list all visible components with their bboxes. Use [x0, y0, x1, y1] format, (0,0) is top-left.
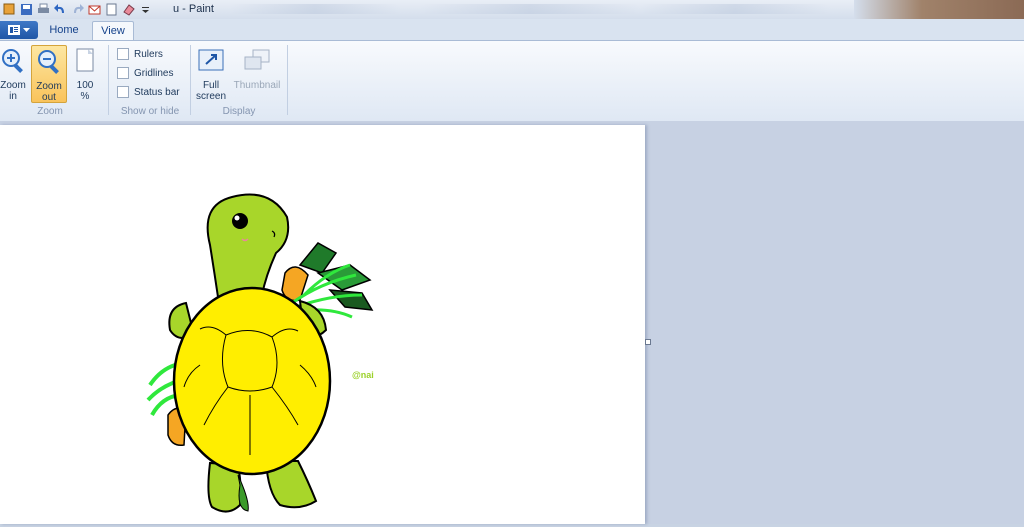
menu-icon — [8, 25, 20, 35]
page-100-icon — [76, 48, 94, 72]
customize-dropdown-icon[interactable] — [138, 2, 152, 16]
quick-access-toolbar — [2, 2, 152, 16]
display-group-label: Display — [222, 106, 256, 117]
zoom-out-label: Zoom out — [36, 81, 62, 103]
turtle-drawing — [146, 193, 374, 513]
undo-icon[interactable] — [53, 2, 67, 16]
drawing-canvas[interactable]: @nai — [0, 125, 645, 524]
rulers-label: Rulers — [134, 48, 163, 60]
paint-menu-button[interactable] — [0, 21, 38, 39]
gridlines-checkbox[interactable]: Gridlines — [117, 66, 173, 80]
ribbon-tab-bar: Home View — [0, 19, 1024, 41]
status-bar-checkbox[interactable]: Status bar — [117, 85, 180, 99]
save-icon[interactable] — [19, 2, 33, 16]
checkbox-box — [117, 48, 129, 60]
zoom-in-icon — [2, 49, 23, 73]
zoom-100-label: 100 % — [76, 80, 94, 102]
full-screen-button[interactable]: Full screen — [194, 45, 228, 102]
checkbox-box — [117, 67, 129, 79]
group-divider — [108, 45, 109, 115]
desktop-wallpaper-strip — [854, 0, 1024, 19]
thumbnail-button[interactable]: Thumbnail — [232, 45, 282, 101]
window-title: u - Paint — [173, 3, 214, 15]
zoom-group-label: Zoom — [37, 106, 63, 117]
title-bar: u - Paint — [0, 0, 1024, 20]
background-blur — [420, 4, 640, 14]
rulers-checkbox[interactable]: Rulers — [117, 47, 163, 61]
eraser-icon[interactable] — [121, 2, 135, 16]
group-divider — [287, 45, 288, 115]
new-icon[interactable] — [104, 2, 118, 16]
thumbnail-icon — [244, 49, 270, 70]
redo-icon[interactable] — [70, 2, 84, 16]
background-blur — [230, 4, 400, 14]
artist-signature: @nai — [352, 370, 374, 380]
print-icon[interactable] — [36, 2, 50, 16]
canvas-resize-handle[interactable] — [645, 339, 651, 345]
show-hide-group-label: Show or hide — [120, 106, 180, 117]
zoom-in-label: Zoom in — [0, 80, 26, 102]
group-divider — [190, 45, 191, 115]
zoom-in-button[interactable]: Zoom in — [0, 45, 30, 102]
tab-home[interactable]: Home — [44, 21, 84, 40]
full-screen-icon — [198, 49, 224, 71]
zoom-out-button[interactable]: Zoom out — [31, 45, 67, 103]
chevron-down-icon — [23, 27, 30, 32]
zoom-out-icon — [38, 50, 59, 74]
paint-app-icon[interactable] — [2, 2, 16, 16]
gridlines-label: Gridlines — [134, 67, 174, 79]
background-blur — [640, 4, 830, 14]
thumbnail-label: Thumbnail — [233, 80, 281, 91]
ribbon-panel: Zoom in Zoom out 100 % Zoom Rulers Gridl… — [0, 40, 1024, 122]
tab-view[interactable]: View — [92, 21, 134, 41]
status-bar-label: Status bar — [134, 86, 180, 98]
zoom-100-button[interactable]: 100 % — [68, 45, 102, 102]
checkbox-box — [117, 86, 129, 98]
full-screen-label: Full screen — [195, 80, 226, 102]
email-icon[interactable] — [87, 2, 101, 16]
canvas-workspace: @nai — [0, 121, 1024, 524]
